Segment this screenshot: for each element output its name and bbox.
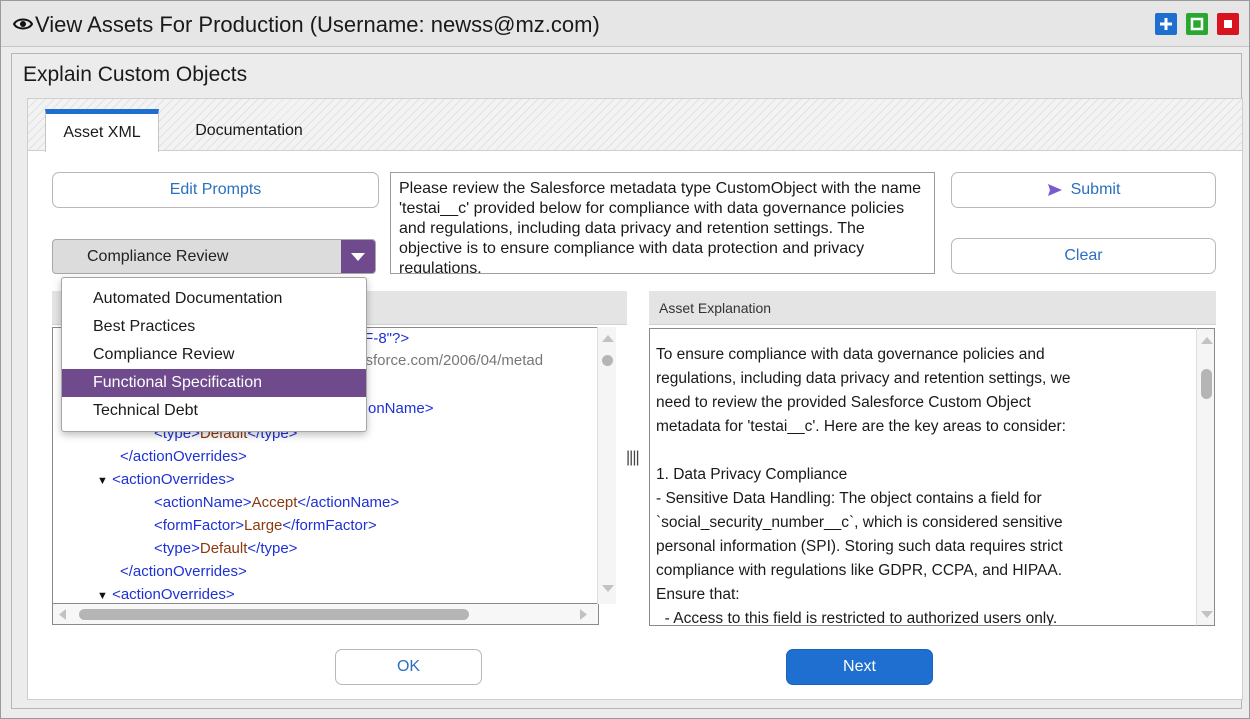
- edit-prompts-button[interactable]: Edit Prompts: [52, 172, 379, 208]
- submit-label: Submit: [1070, 181, 1121, 198]
- scroll-up-icon[interactable]: [1201, 337, 1213, 344]
- scroll-right-icon[interactable]: [580, 609, 588, 620]
- tab-asset-xml[interactable]: Asset XML: [45, 109, 159, 152]
- dialog-title: Explain Custom Objects: [23, 63, 248, 86]
- explanation-line: regulations, including data privacy and …: [656, 370, 1071, 387]
- explanation-line: To ensure compliance with data governanc…: [656, 346, 1045, 363]
- xml-fragment-namespace: p.sforce.com/2006/04/metad: [353, 352, 544, 369]
- xml-line: </actionOverrides>: [120, 448, 247, 465]
- close-window-button[interactable]: [1217, 13, 1239, 35]
- splitter-grip-icon[interactable]: ||||: [626, 449, 640, 479]
- xml-hscroll-thumb[interactable]: [79, 609, 469, 620]
- xml-line: ▼ <actionOverrides>: [97, 471, 235, 488]
- ok-button[interactable]: OK: [335, 649, 482, 685]
- asset-explanation-header: Asset Explanation: [649, 291, 1216, 325]
- scroll-down-icon[interactable]: [1201, 611, 1213, 618]
- xml-line: <type>Default</type>: [154, 540, 298, 557]
- scroll-left-icon[interactable]: [59, 609, 67, 620]
- explanation-line: 1. Data Privacy Compliance: [656, 466, 848, 483]
- xml-vertical-scrollbar[interactable]: [597, 327, 616, 604]
- maximize-icon: [1190, 17, 1204, 31]
- plus-icon: [1160, 18, 1172, 30]
- xml-vscroll-thumb[interactable]: [602, 355, 613, 366]
- explanation-vscroll-thumb[interactable]: [1201, 369, 1212, 399]
- explanation-line: [656, 439, 1190, 463]
- clear-label: Clear: [1064, 247, 1103, 264]
- edit-prompts-label: Edit Prompts: [169, 181, 262, 198]
- prompt-textarea[interactable]: Please review the Salesforce metadata ty…: [390, 172, 935, 274]
- tab-documentation[interactable]: Documentation: [169, 109, 329, 152]
- prompt-type-value: Compliance Review: [87, 248, 229, 265]
- clear-button[interactable]: Clear: [951, 238, 1216, 274]
- xml-line: <actionName>Accept</actionName>: [154, 494, 400, 511]
- dropdown-option-technical-debt[interactable]: Technical Debt: [62, 397, 366, 425]
- explanation-line: compliance with regulations like GDPR, C…: [656, 562, 1063, 579]
- ok-label: OK: [396, 658, 421, 675]
- dropdown-option-best-practices[interactable]: Best Practices: [62, 313, 366, 341]
- explanation-text[interactable]: To ensure compliance with data governanc…: [649, 328, 1196, 626]
- chevron-down-icon: [351, 252, 365, 261]
- explanation-line: Ensure that:: [656, 586, 740, 603]
- dropdown-toggle[interactable]: [341, 240, 375, 273]
- app-window: View Assets For Production (Username: ne…: [0, 0, 1250, 719]
- explanation-vertical-scrollbar[interactable]: [1196, 328, 1215, 626]
- xml-horizontal-scrollbar[interactable]: [52, 604, 599, 625]
- window-title: View Assets For Production (Username: ne…: [35, 12, 600, 37]
- title-bar: View Assets For Production (Username: ne…: [1, 1, 1249, 47]
- dropdown-option-compliance-review[interactable]: Compliance Review: [62, 341, 366, 369]
- explanation-line: - Access to this field is restricted to …: [656, 610, 1058, 626]
- next-button[interactable]: Next: [786, 649, 933, 685]
- submit-button[interactable]: Submit: [951, 172, 1216, 208]
- collapse-triangle-icon[interactable]: ▼: [97, 475, 108, 487]
- collapse-triangle-icon[interactable]: ▼: [97, 590, 108, 602]
- scroll-up-icon[interactable]: [602, 335, 614, 342]
- explanation-line: personal information (SPI). Storing such…: [656, 538, 1063, 555]
- next-label: Next: [843, 658, 876, 675]
- send-icon: [1047, 184, 1062, 196]
- xml-line: <formFactor>Large</formFactor>: [154, 517, 377, 534]
- close-icon: [1224, 20, 1232, 28]
- explanation-line: `social_security_number__c`, which is co…: [656, 514, 1063, 531]
- dropdown-option-automated-documentation[interactable]: Automated Documentation: [62, 285, 366, 313]
- scroll-down-icon[interactable]: [602, 585, 614, 592]
- prompt-type-select[interactable]: Compliance Review: [52, 239, 376, 274]
- xml-line: </actionOverrides>: [120, 563, 247, 580]
- maximize-window-button[interactable]: [1186, 13, 1208, 35]
- add-window-button[interactable]: [1155, 13, 1177, 35]
- explanation-line: need to review the provided Salesforce C…: [656, 394, 1031, 411]
- explanation-line: metadata for 'testai__c'. Here are the k…: [656, 418, 1066, 435]
- explanation-line: - Sensitive Data Handling: The object co…: [656, 490, 1042, 507]
- eye-icon: [13, 18, 33, 30]
- prompt-type-dropdown-menu: Automated Documentation Best Practices C…: [61, 277, 367, 432]
- dropdown-option-functional-specification[interactable]: Functional Specification: [62, 369, 366, 397]
- xml-line: ▼ <actionOverrides>: [97, 586, 235, 603]
